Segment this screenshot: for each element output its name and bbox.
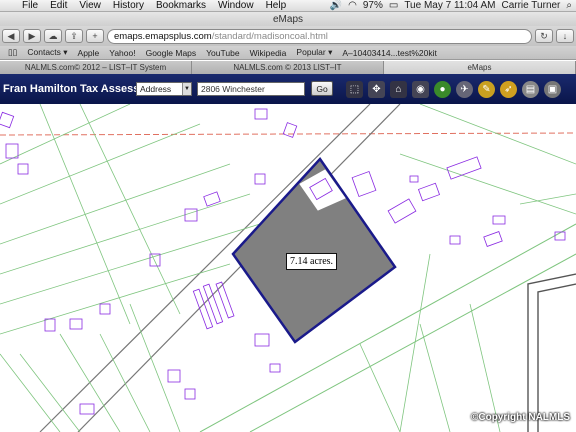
tab-bar: NALMLS.com© 2012 – LIST–IT System NALMLS… — [0, 61, 576, 74]
menu-bar: File Edit View History Bookmarks Window … — [0, 0, 576, 12]
menu-help[interactable]: Help — [260, 0, 293, 11]
forward-button[interactable]: ▶ — [23, 29, 41, 43]
window-title-bar: eMaps — [0, 12, 576, 26]
tab-nalmls-2013[interactable]: NALMLS.com © 2013 LIST–IT — [192, 61, 384, 74]
bookmark-wikipedia[interactable]: Wikipedia — [246, 48, 291, 58]
copyright-watermark: ©Copyright NALMLS — [471, 412, 571, 423]
reading-list-icon[interactable]: ▯▯ — [4, 47, 21, 58]
globe-icon[interactable]: ● — [434, 80, 451, 98]
parcel-acreage-label: 7.14 acres. — [286, 253, 338, 270]
clear-icon[interactable]: ▣ — [544, 80, 561, 98]
bookmark-contacts[interactable]: Contacts ▾ — [23, 47, 71, 58]
address-search-input[interactable]: 2806 Winchester — [197, 82, 305, 96]
street-block-outer — [527, 273, 576, 432]
go-button[interactable]: Go — [311, 81, 333, 96]
parcel-map[interactable]: 7.14 acres. ©Copyright NALMLS — [0, 104, 576, 432]
reload-icon: ↻ — [540, 30, 548, 41]
bookmark-test-kit[interactable]: A–10403414...test%20kit — [338, 48, 441, 58]
select-icon[interactable]: ⬚ — [346, 80, 363, 98]
tax-district-boundary — [0, 132, 576, 136]
bookmarks-bar: ▯▯ Contacts ▾ Apple Yahoo! Google Maps Y… — [0, 46, 576, 60]
bookmark-yahoo[interactable]: Yahoo! — [105, 48, 139, 58]
wifi-icon[interactable]: ◠ — [348, 0, 357, 11]
bookmark-youtube[interactable]: YouTube — [202, 48, 243, 58]
chevron-down-icon: ▼ — [182, 83, 191, 95]
search-type-select[interactable]: Address ▼ — [136, 82, 192, 96]
clock[interactable]: Tue May 7 11:04 AM — [404, 0, 495, 11]
menu-window[interactable]: Window — [212, 0, 260, 11]
status-menus: 🔊 ◠ 97% ▭ Tue May 7 11:04 AM Carrie Turn… — [330, 0, 576, 11]
ruler-icon[interactable]: ➶ — [500, 80, 517, 98]
menu-file[interactable]: File — [16, 0, 44, 11]
volume-icon[interactable]: 🔊 — [330, 0, 342, 11]
browser-toolbar: ◀ ▶ ☁ ⇪ + emaps.emapsplus.com/standard/m… — [0, 26, 576, 46]
cloud-icon: ☁ — [48, 30, 58, 41]
user-name[interactable]: Carrie Turner — [501, 0, 560, 11]
battery-percent[interactable]: 97% — [363, 0, 383, 11]
icloud-tabs-button[interactable]: ☁ — [44, 29, 62, 43]
reader-button[interactable]: ↻ — [535, 29, 553, 43]
add-bookmark-button[interactable]: + — [86, 29, 104, 43]
back-arrow-icon: ◀ — [7, 30, 15, 41]
battery-icon: ▭ — [388, 0, 399, 11]
download-icon: ↓ — [562, 31, 568, 41]
pan-icon[interactable]: ✥ — [368, 80, 385, 98]
menu-view[interactable]: View — [73, 0, 107, 11]
plus-icon: + — [92, 31, 98, 41]
home-icon[interactable]: ⌂ — [390, 80, 407, 98]
print-icon[interactable]: ▤ — [522, 80, 539, 98]
map-toolbar: ⬚ ✥ ⌂ ◉ ● ✈ ✎ ➶ ▤ ▣ — [346, 78, 561, 100]
bookmark-apple[interactable]: Apple — [74, 48, 104, 58]
window-title: eMaps — [272, 13, 303, 25]
measure-icon[interactable]: ✎ — [478, 80, 495, 98]
search-type-value: Address — [140, 84, 172, 94]
share-button[interactable]: ⇪ — [65, 29, 83, 43]
downloads-button[interactable]: ↓ — [556, 29, 574, 43]
tab-nalmls-2012[interactable]: NALMLS.com© 2012 – LIST–IT System — [0, 61, 192, 74]
identify-icon[interactable]: ✈ — [456, 80, 473, 98]
zoom-icon[interactable]: ◉ — [412, 80, 429, 98]
url-path: /standard/madisoncoal.html — [211, 30, 328, 42]
menu-history[interactable]: History — [107, 0, 150, 11]
site-header: Fran Hamilton Tax Assessor... Address ▼ … — [0, 74, 576, 104]
street-block-inner — [537, 283, 576, 432]
bookmark-google-maps[interactable]: Google Maps — [142, 48, 201, 58]
tab-emaps[interactable]: eMaps — [384, 61, 576, 74]
share-icon: ⇪ — [70, 30, 78, 41]
menu-edit[interactable]: Edit — [44, 0, 73, 11]
spotlight-icon[interactable]: ⌕ — [566, 0, 572, 11]
bookmark-popular[interactable]: Popular ▾ — [292, 47, 336, 58]
menu-bookmarks[interactable]: Bookmarks — [150, 0, 212, 11]
url-host: emaps.emapsplus.com — [114, 30, 212, 42]
forward-arrow-icon: ▶ — [28, 30, 36, 41]
back-button[interactable]: ◀ — [2, 29, 20, 43]
address-bar[interactable]: emaps.emapsplus.com/standard/madisoncoal… — [107, 28, 532, 44]
